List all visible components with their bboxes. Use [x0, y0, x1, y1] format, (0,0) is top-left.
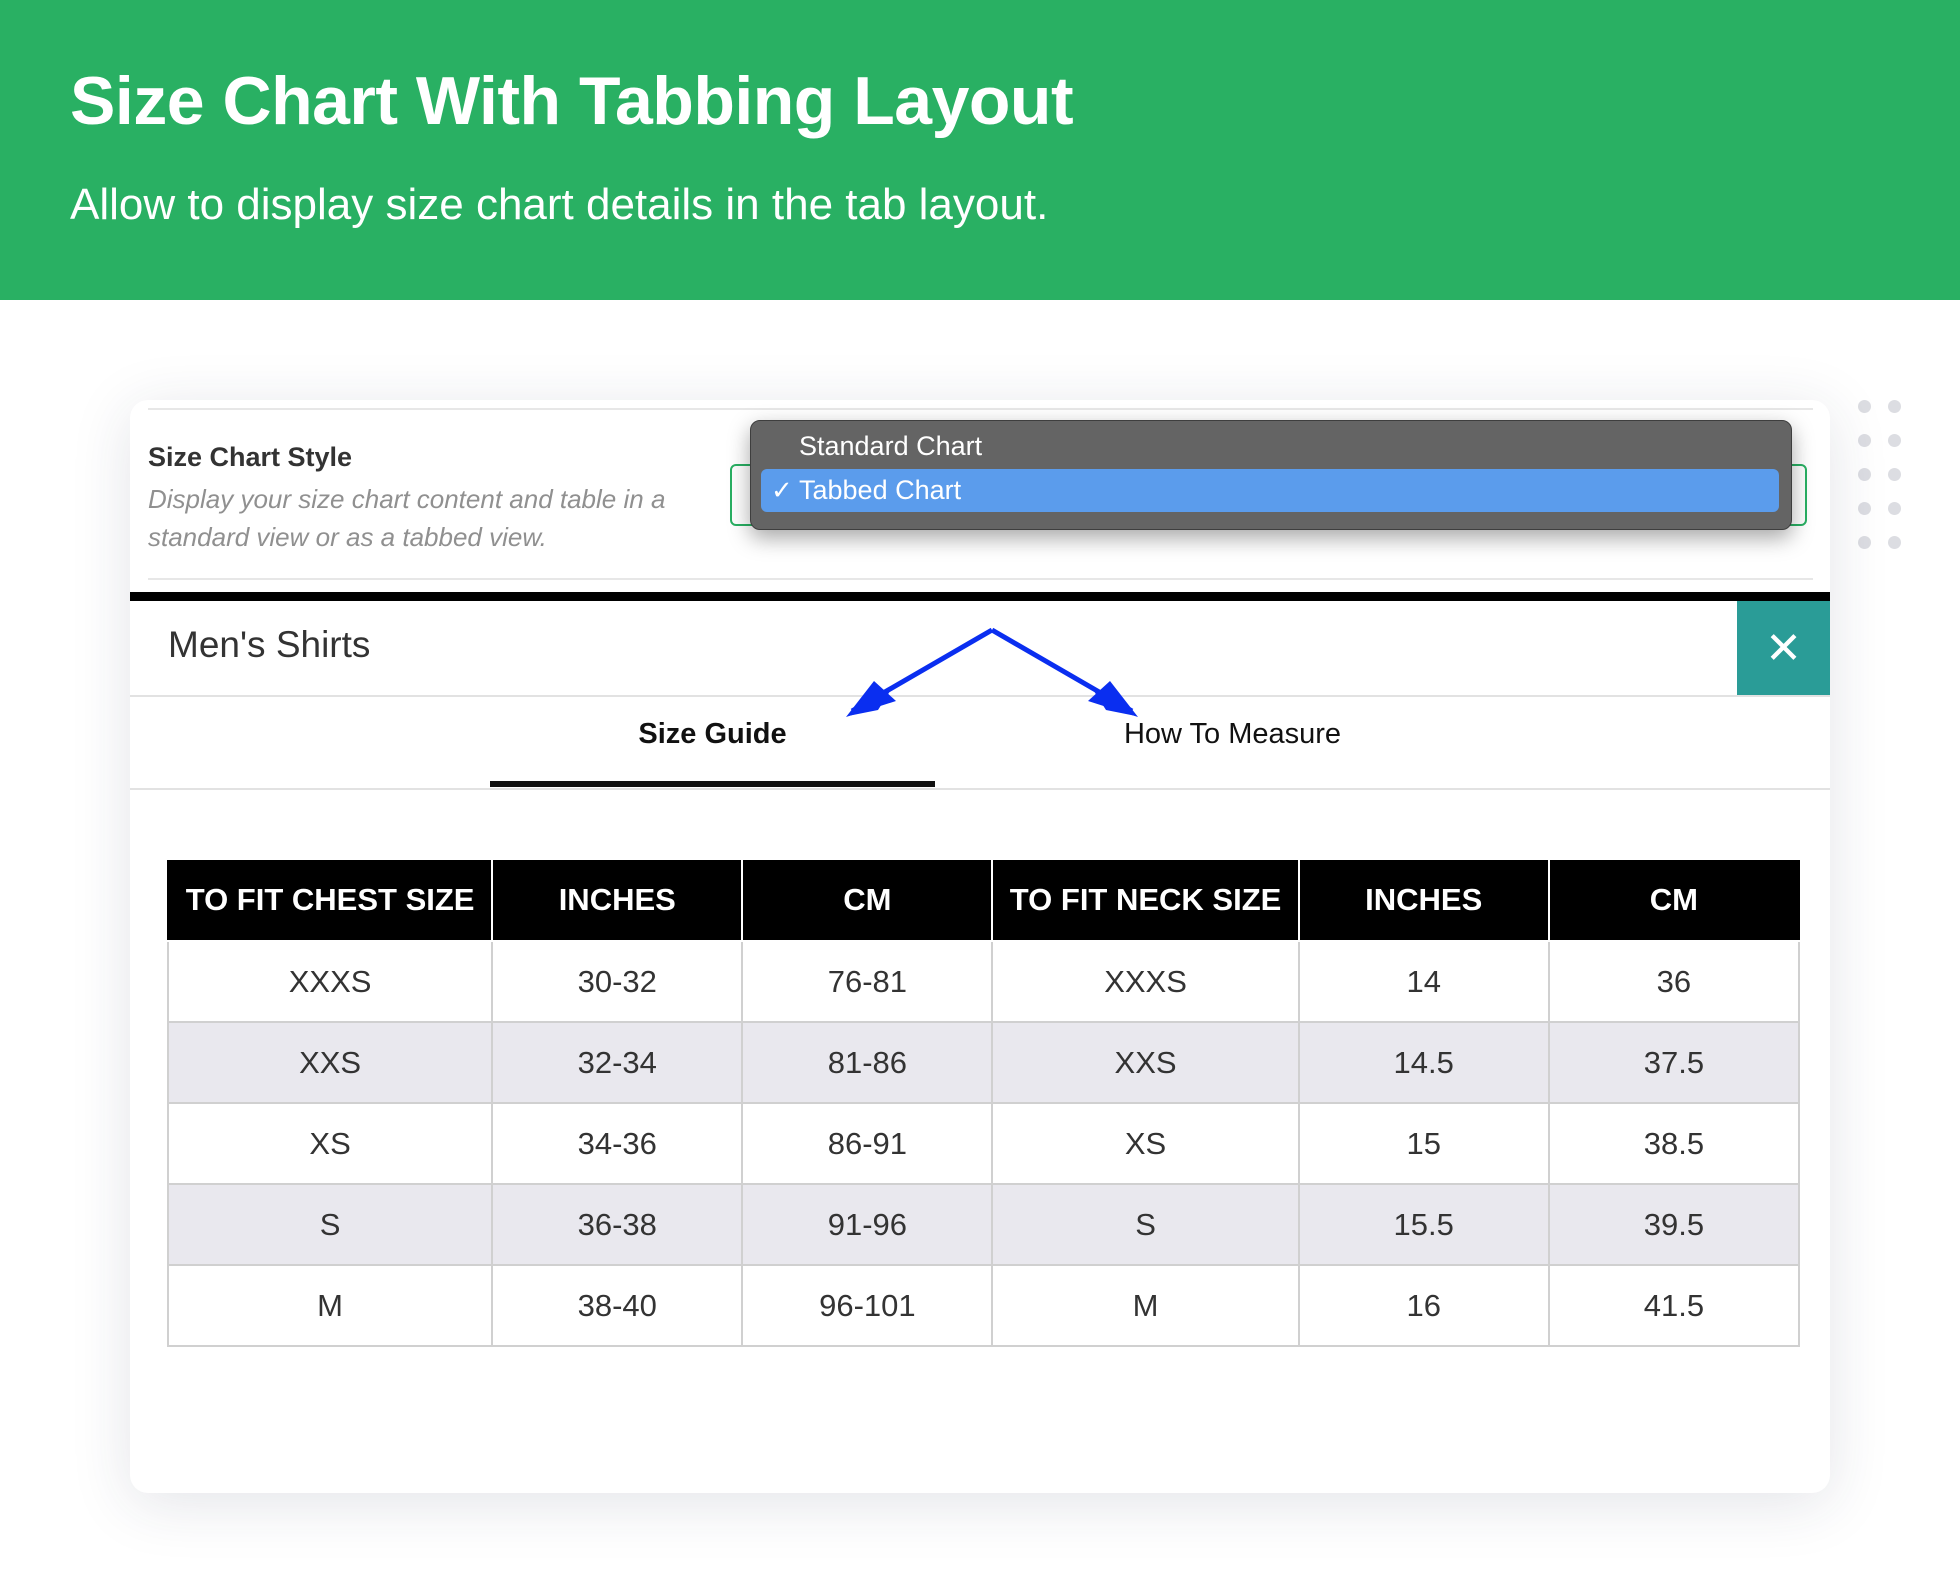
table-cell: S	[991, 1183, 1300, 1266]
page-subtitle: Allow to display size chart details in t…	[70, 180, 1049, 229]
table-cell: 36	[1547, 940, 1801, 1023]
tab-how-to-measure[interactable]: How To Measure	[1090, 718, 1375, 778]
size-table: TO FIT CHEST SIZE INCHES CM TO FIT NECK …	[166, 860, 1801, 1347]
chart-style-dropdown[interactable]: Standard Chart ✓ Tabbed Chart	[750, 420, 1792, 530]
table-cell: XXXS	[991, 940, 1300, 1023]
header-banner: Size Chart With Tabbing Layout Allow to …	[0, 0, 1960, 300]
table-cell: XXXS	[166, 940, 494, 1023]
table-cell: 16	[1297, 1264, 1550, 1347]
table-cell: 15	[1297, 1102, 1550, 1185]
table-row: S 36-38 91-96 S 15.5 39.5	[166, 1183, 1801, 1266]
table-cell: XXS	[991, 1021, 1300, 1104]
table-cell: 91-96	[741, 1183, 994, 1266]
column-header: TO FIT NECK SIZE	[991, 860, 1300, 942]
table-cell: S	[166, 1183, 494, 1266]
table-row: XS 34-36 86-91 XS 15 38.5	[166, 1102, 1801, 1185]
table-cell: 32-34	[491, 1021, 744, 1104]
divider	[130, 788, 1830, 790]
active-tab-indicator	[490, 781, 935, 787]
table-cell: 96-101	[741, 1264, 994, 1347]
decorative-dots	[1858, 400, 1908, 550]
table-cell: XS	[166, 1102, 494, 1185]
settings-card: Size Chart Style Display your size chart…	[130, 400, 1830, 1493]
dropdown-option-standard[interactable]: Standard Chart	[761, 425, 1779, 468]
table-cell: 34-36	[491, 1102, 744, 1185]
table-row: XXS 32-34 81-86 XXS 14.5 37.5	[166, 1021, 1801, 1104]
table-cell: 38.5	[1547, 1102, 1801, 1185]
table-cell: XXS	[166, 1021, 494, 1104]
column-header: INCHES	[491, 860, 744, 942]
divider	[148, 578, 1813, 580]
table-cell: 76-81	[741, 940, 994, 1023]
table-cell: 36-38	[491, 1183, 744, 1266]
table-cell: 86-91	[741, 1102, 994, 1185]
table-row: XXXS 30-32 76-81 XXXS 14 36	[166, 940, 1801, 1023]
table-cell: XS	[991, 1102, 1300, 1185]
column-header: CM	[741, 860, 994, 942]
tab-size-guide[interactable]: Size Guide	[490, 718, 935, 778]
table-cell: 39.5	[1547, 1183, 1801, 1266]
table-cell: 14.5	[1297, 1021, 1550, 1104]
table-cell: M	[166, 1264, 494, 1347]
table-cell: 30-32	[491, 940, 744, 1023]
divider	[130, 695, 1830, 697]
table-cell: 14	[1297, 940, 1550, 1023]
table-header-row: TO FIT CHEST SIZE INCHES CM TO FIT NECK …	[166, 860, 1801, 942]
page-title: Size Chart With Tabbing Layout	[70, 63, 1074, 139]
setting-description: Display your size chart content and tabl…	[148, 484, 666, 552]
table-cell: 38-40	[491, 1264, 744, 1347]
close-button[interactable]: ✕	[1737, 601, 1830, 696]
checkmark-icon: ✓	[771, 475, 793, 505]
table-cell: 41.5	[1547, 1264, 1801, 1347]
table-cell: M	[991, 1264, 1300, 1347]
divider	[148, 408, 1813, 410]
setting-label: Size Chart Style	[148, 442, 353, 472]
column-header: TO FIT CHEST SIZE	[166, 860, 494, 942]
table-cell: 15.5	[1297, 1183, 1550, 1266]
column-header: CM	[1547, 860, 1801, 942]
table-row: M 38-40 96-101 M 16 41.5	[166, 1264, 1801, 1347]
dropdown-option-tabbed[interactable]: ✓ Tabbed Chart	[761, 469, 1779, 512]
modal-title: Men's Shirts	[168, 624, 371, 665]
column-header: INCHES	[1297, 860, 1550, 942]
table-cell: 37.5	[1547, 1021, 1801, 1104]
modal-top-border	[130, 592, 1830, 601]
table-cell: 81-86	[741, 1021, 994, 1104]
